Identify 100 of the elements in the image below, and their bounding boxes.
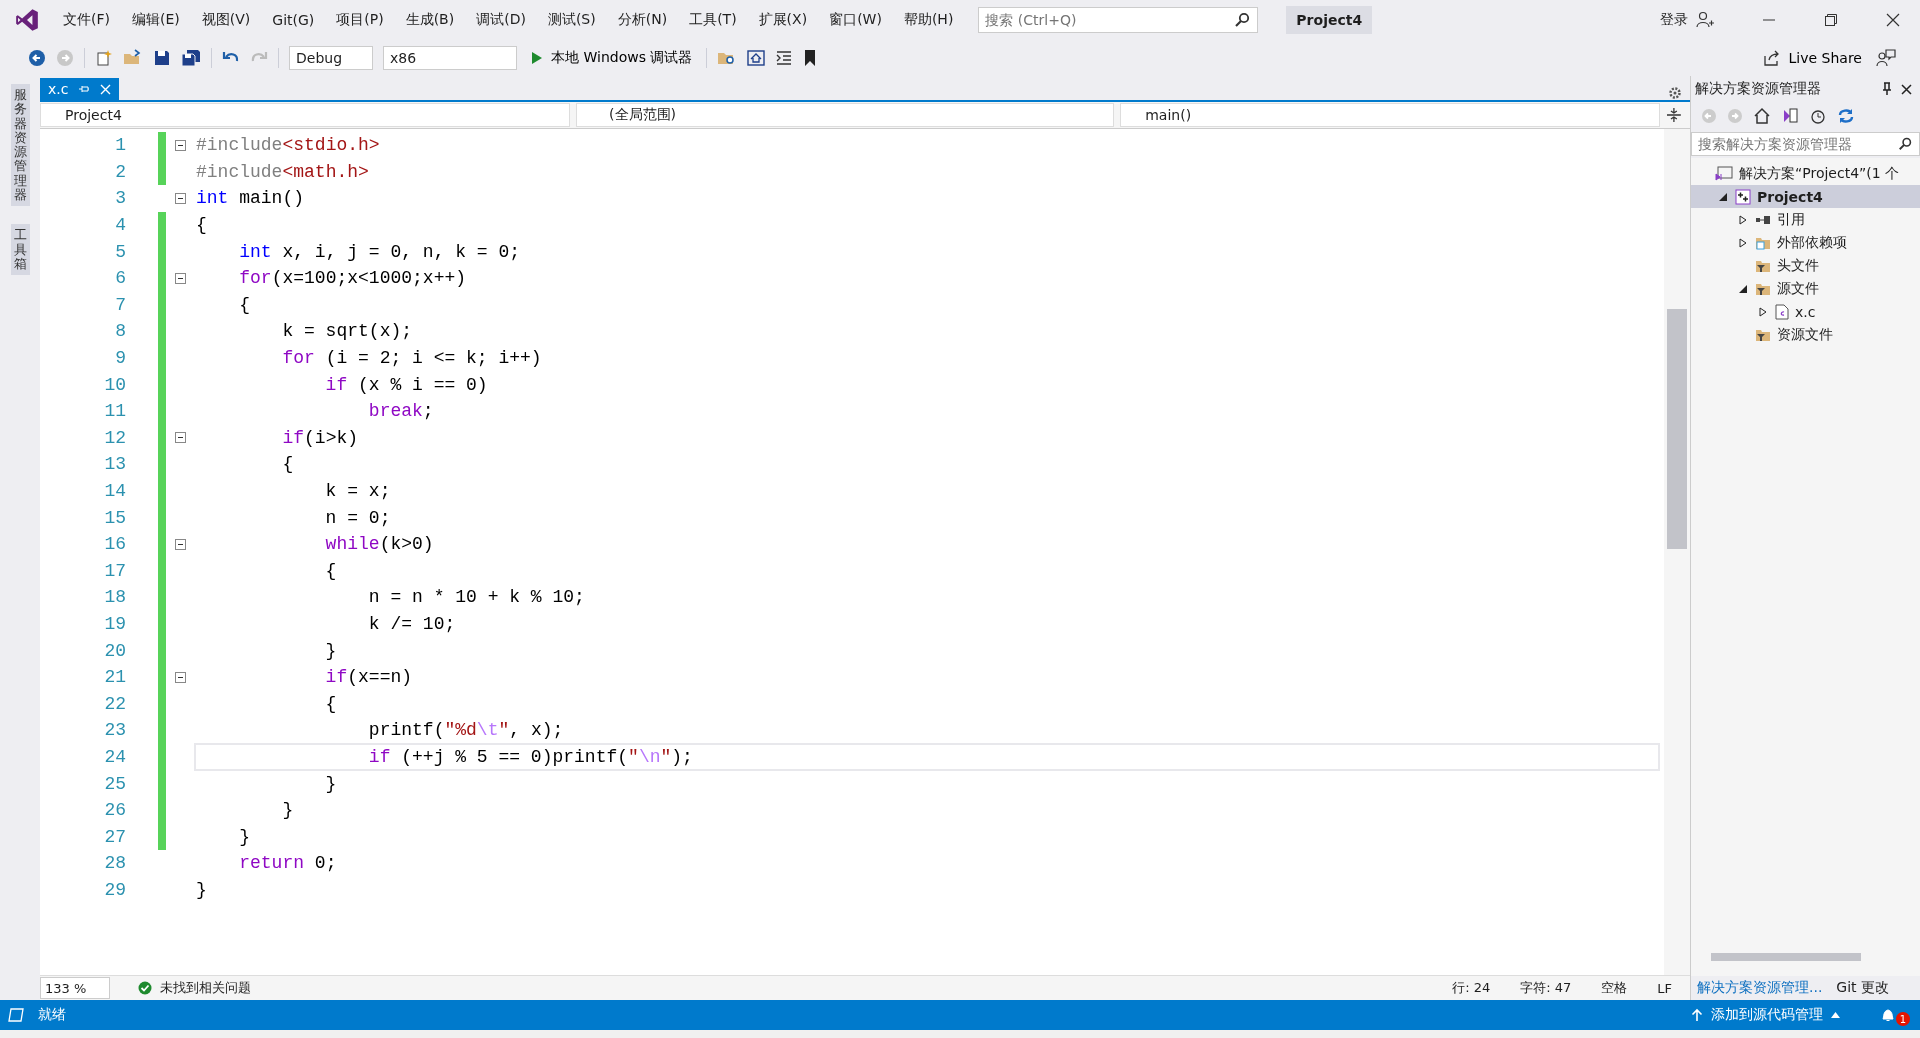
search-field[interactable]: 搜索解决方案资源管理器	[1691, 132, 1920, 156]
cursor-status: LF	[1657, 980, 1672, 996]
issues-status[interactable]: 未找到相关问题	[160, 979, 251, 997]
close-icon[interactable]	[1886, 13, 1900, 27]
back-icon[interactable]	[28, 49, 46, 67]
search-icon	[1898, 137, 1912, 151]
collapsed-arrow-icon[interactable]	[1758, 306, 1768, 317]
home-icon[interactable]	[747, 49, 766, 67]
output-window-icon[interactable]	[8, 1008, 24, 1022]
menu-item[interactable]: 测试(S)	[536, 7, 607, 33]
side-panel-tab[interactable]: 服务器资源管理器	[10, 84, 30, 207]
collapse-icon[interactable]	[174, 671, 186, 683]
cursor-status: 行: 24	[1452, 979, 1491, 997]
sign-in-link[interactable]: 登录	[1660, 11, 1688, 29]
gear-icon[interactable]	[1668, 86, 1682, 100]
code-line: {	[195, 214, 208, 238]
navigation-dropdown[interactable]: Project4	[40, 103, 571, 127]
menu-item[interactable]: 编辑(E)	[121, 7, 191, 33]
start-debugging-button[interactable]: 本地 Windows 调试器	[527, 47, 697, 69]
line-number: 23	[103, 720, 127, 741]
live-share-button[interactable]: Live Share	[1758, 47, 1866, 69]
zoom-dropdown[interactable]: 133 %	[40, 977, 110, 999]
code-line: printf("%d\t", x);	[367, 719, 565, 743]
menu-item[interactable]: 工具(T)	[678, 7, 748, 33]
code-line: }	[281, 799, 295, 823]
collapse-icon[interactable]	[174, 432, 186, 444]
platform-dropdown[interactable]: x86	[383, 46, 517, 70]
home-icon[interactable]	[1753, 107, 1771, 125]
line-number: 1	[114, 135, 127, 156]
collapsed-arrow-icon[interactable]	[1738, 214, 1748, 225]
menu-item[interactable]: 文件(F)	[52, 7, 121, 33]
save-icon[interactable]	[153, 49, 171, 67]
collapse-icon[interactable]	[174, 139, 186, 151]
open-folder-icon[interactable]	[123, 49, 143, 67]
search-icon	[1234, 12, 1251, 28]
source-control-button[interactable]: 添加到源代码管理	[1685, 1005, 1846, 1025]
tree-item[interactable]: 引用	[1691, 208, 1920, 231]
share-icon	[1762, 49, 1781, 67]
close-icon[interactable]	[1901, 83, 1912, 95]
code-line: {	[324, 692, 338, 716]
bookmark-icon[interactable]	[803, 49, 818, 67]
tree-item[interactable]: x.c	[1691, 300, 1920, 323]
line-number: 8	[114, 321, 127, 342]
configuration-dropdown[interactable]: Debug	[289, 46, 373, 70]
vertical-scrollbar[interactable]	[1664, 129, 1690, 975]
menu-item[interactable]: 视图(V)	[190, 7, 262, 33]
expanded-arrow-icon[interactable]	[1718, 191, 1728, 202]
menu-item[interactable]: Git(G)	[261, 8, 326, 32]
tree-item[interactable]: 资源文件	[1691, 323, 1920, 346]
code-line: int x, i, j = 0, n, k = 0;	[238, 240, 522, 264]
horizontal-scrollbar[interactable]	[1691, 948, 1920, 976]
app-logo-icon	[14, 7, 40, 33]
search-field[interactable]: 搜索 (Ctrl+Q)	[978, 7, 1259, 33]
collapse-icon[interactable]	[174, 272, 186, 284]
split-icon[interactable]	[1666, 107, 1682, 123]
menu-item[interactable]: 分析(N)	[606, 7, 679, 33]
menu-item[interactable]: 帮助(H)	[892, 7, 965, 33]
menu-item[interactable]: 生成(B)	[394, 7, 466, 33]
menu-item[interactable]: 扩展(X)	[747, 7, 819, 33]
notification-count: 1	[1896, 1012, 1910, 1026]
restore-icon[interactable]	[1824, 13, 1838, 27]
pin-icon[interactable]	[1881, 82, 1893, 96]
new-item-icon[interactable]	[95, 49, 113, 67]
code-line: }	[195, 878, 208, 902]
navigation-dropdown[interactable]: main()	[1120, 103, 1661, 127]
line-number: 10	[103, 374, 127, 395]
collapse-icon[interactable]	[174, 538, 186, 550]
side-panel-tab[interactable]: 工具箱	[10, 224, 30, 276]
tree-item[interactable]: 外部依赖项	[1691, 231, 1920, 254]
navigation-dropdown[interactable]: (全局范围)	[576, 103, 1115, 127]
panel-tab[interactable]: Git 更改	[1834, 977, 1892, 999]
line-number: 25	[103, 773, 127, 794]
line-number: 12	[103, 427, 127, 448]
line-number: 7	[114, 294, 127, 315]
solution-name: Project4	[1286, 6, 1373, 34]
code-line: #include<stdio.h>	[195, 134, 381, 158]
tree-item[interactable]: 源文件	[1691, 277, 1920, 300]
add-user-icon[interactable]	[1696, 11, 1714, 29]
history-icon[interactable]	[1809, 107, 1827, 125]
menu-item[interactable]: 调试(D)	[465, 7, 537, 33]
play-icon	[531, 51, 543, 65]
refresh-icon[interactable]	[1837, 107, 1855, 125]
indent-icon[interactable]	[775, 49, 794, 67]
c-file-icon	[1775, 303, 1789, 320]
tree-item[interactable]: Project4	[1691, 185, 1920, 208]
feedback-icon[interactable]	[1876, 48, 1896, 68]
expanded-arrow-icon[interactable]	[1738, 283, 1748, 294]
menu-item[interactable]: 项目(P)	[325, 7, 395, 33]
collapse-icon[interactable]	[174, 193, 186, 204]
caret-icon	[1831, 1012, 1840, 1018]
line-number: 19	[103, 614, 127, 634]
line-number: 27	[103, 826, 127, 847]
code-line: break;	[367, 400, 435, 424]
code-line: if(i>k)	[281, 426, 360, 450]
collapsed-arrow-icon[interactable]	[1738, 237, 1748, 248]
save-all-icon[interactable]	[181, 49, 201, 67]
panel-tab[interactable]: 解决方案资源管理...	[1695, 977, 1825, 999]
menu-item[interactable]: 窗口(W)	[818, 7, 893, 33]
tree-item[interactable]: 头文件	[1691, 254, 1920, 277]
tree-item[interactable]: 解决方案“Project4”(1 个	[1691, 162, 1920, 185]
